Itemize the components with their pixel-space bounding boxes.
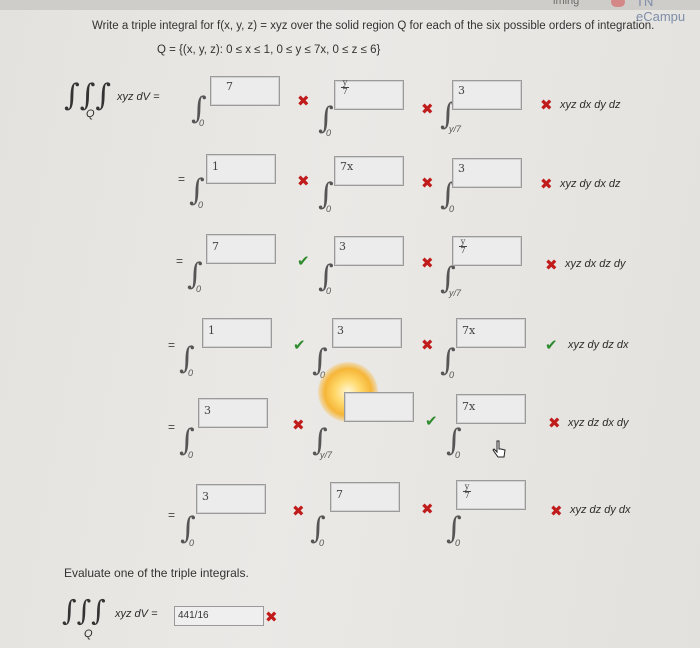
equals-sign: = bbox=[168, 508, 176, 522]
lower-limit: 0 bbox=[196, 284, 202, 294]
notification-badge[interactable] bbox=[611, 0, 625, 7]
equals-sign: = bbox=[168, 338, 176, 352]
lower-limit: 0 bbox=[449, 204, 455, 214]
upper-limit-value: 7x bbox=[462, 324, 476, 337]
lower-limit: 0 bbox=[198, 200, 204, 210]
integration-order: xyz dx dz dy bbox=[565, 258, 626, 270]
lower-limit: y/7 bbox=[449, 288, 462, 298]
integration-order: xyz dz dx dy bbox=[568, 417, 629, 429]
upper-limit-value: 1 bbox=[208, 324, 215, 337]
correct-check-icon: ✔ bbox=[425, 412, 438, 430]
upper-limit-value: 3 bbox=[337, 324, 344, 337]
equals-sign: = bbox=[178, 172, 186, 186]
lower-limit: 0 bbox=[326, 128, 332, 138]
lower-limit: y/7 bbox=[320, 450, 333, 460]
incorrect-mark-icon: ✖ bbox=[421, 500, 434, 518]
evaluation-answer-input[interactable]: 441/16 bbox=[174, 606, 264, 626]
triple-integral-symbol: ∫∫∫ bbox=[62, 594, 106, 627]
integration-order: xyz dy dx dz bbox=[560, 178, 621, 190]
upper-limit-value: 3 bbox=[339, 240, 346, 253]
upper-limit-value: 3 bbox=[202, 490, 209, 503]
correct-check-icon: ✔ bbox=[297, 252, 310, 270]
equals-sign: = bbox=[168, 420, 176, 434]
correct-check-icon: ✔ bbox=[293, 336, 306, 354]
region-definition: Q = {(x, y, z): 0 ≤ x ≤ 1, 0 ≤ y ≤ 7x, 0… bbox=[157, 44, 381, 56]
upper-limit-value: 7x bbox=[340, 160, 354, 173]
incorrect-mark-icon: ✖ bbox=[292, 502, 305, 520]
region-symbol: Q bbox=[84, 628, 93, 640]
lower-limit: y/7 bbox=[449, 124, 462, 134]
lower-limit: 0 bbox=[188, 368, 194, 378]
lower-limit: 0 bbox=[189, 538, 195, 548]
incorrect-mark-icon: ✖ bbox=[297, 172, 310, 190]
integration-order: xyz dy dz dx bbox=[568, 339, 629, 351]
lower-limit: 0 bbox=[188, 450, 194, 460]
equals-sign: = bbox=[176, 254, 184, 268]
upper-limit-value: 1 bbox=[212, 160, 219, 173]
evaluate-heading: Evaluate one of the triple integrals. bbox=[64, 566, 249, 580]
incorrect-mark-icon: ✖ bbox=[421, 336, 434, 354]
integrand-label: xyz dV = bbox=[115, 608, 158, 620]
fraction-y-over-7: y7 bbox=[463, 482, 471, 500]
upper-limit-value: 3 bbox=[458, 84, 465, 97]
incorrect-mark-icon: ✖ bbox=[550, 502, 563, 520]
upper-limit-value: 7 bbox=[336, 488, 343, 501]
region-symbol: Q bbox=[86, 108, 95, 120]
incorrect-mark-icon: ✖ bbox=[297, 92, 310, 110]
lower-limit: 0 bbox=[455, 538, 461, 548]
upper-limit-input[interactable] bbox=[210, 76, 280, 106]
mouse-cursor-icon bbox=[492, 440, 506, 458]
lower-limit: 0 bbox=[199, 118, 205, 128]
integrand-label: xyz dV = bbox=[117, 91, 160, 103]
fraction-y-over-7: y7 bbox=[459, 237, 467, 255]
integration-order: xyz dx dy dz bbox=[560, 99, 621, 111]
upper-limit-input[interactable] bbox=[344, 392, 414, 422]
incorrect-mark-icon: ✖ bbox=[540, 96, 553, 114]
page: iming TN eCampu Write a triple integral … bbox=[0, 0, 700, 648]
lower-limit: 0 bbox=[326, 204, 332, 214]
incorrect-mark-icon: ✖ bbox=[545, 256, 558, 274]
upper-limit-value: 7x bbox=[462, 400, 476, 413]
lower-limit: 0 bbox=[455, 450, 461, 460]
incorrect-mark-icon: ✖ bbox=[421, 254, 434, 272]
lower-limit: 0 bbox=[449, 370, 455, 380]
fraction-y-over-7: y7 bbox=[341, 78, 349, 96]
upper-limit-value: 3 bbox=[458, 162, 465, 175]
incorrect-mark-icon: ✖ bbox=[421, 174, 434, 192]
incorrect-mark-icon: ✖ bbox=[540, 175, 553, 193]
problem-statement: Write a triple integral for f(x, y, z) =… bbox=[92, 20, 655, 32]
incorrect-mark-icon: ✖ bbox=[548, 414, 561, 432]
incorrect-mark-icon: ✖ bbox=[421, 100, 434, 118]
upper-limit-value: 7 bbox=[226, 80, 233, 93]
incorrect-mark-icon: ✖ bbox=[292, 416, 305, 434]
upper-limit-value: 7 bbox=[212, 240, 219, 253]
lower-limit: 0 bbox=[319, 538, 325, 548]
integration-order: xyz dz dy dx bbox=[570, 504, 631, 516]
upper-limit-value: 3 bbox=[204, 404, 211, 417]
incorrect-mark-icon: ✖ bbox=[265, 608, 278, 626]
browser-top-strip: iming TN eCampu bbox=[0, 0, 700, 24]
top-strip-text: iming bbox=[553, 0, 580, 7]
lower-limit: 0 bbox=[326, 286, 332, 296]
correct-check-icon: ✔ bbox=[545, 336, 558, 354]
